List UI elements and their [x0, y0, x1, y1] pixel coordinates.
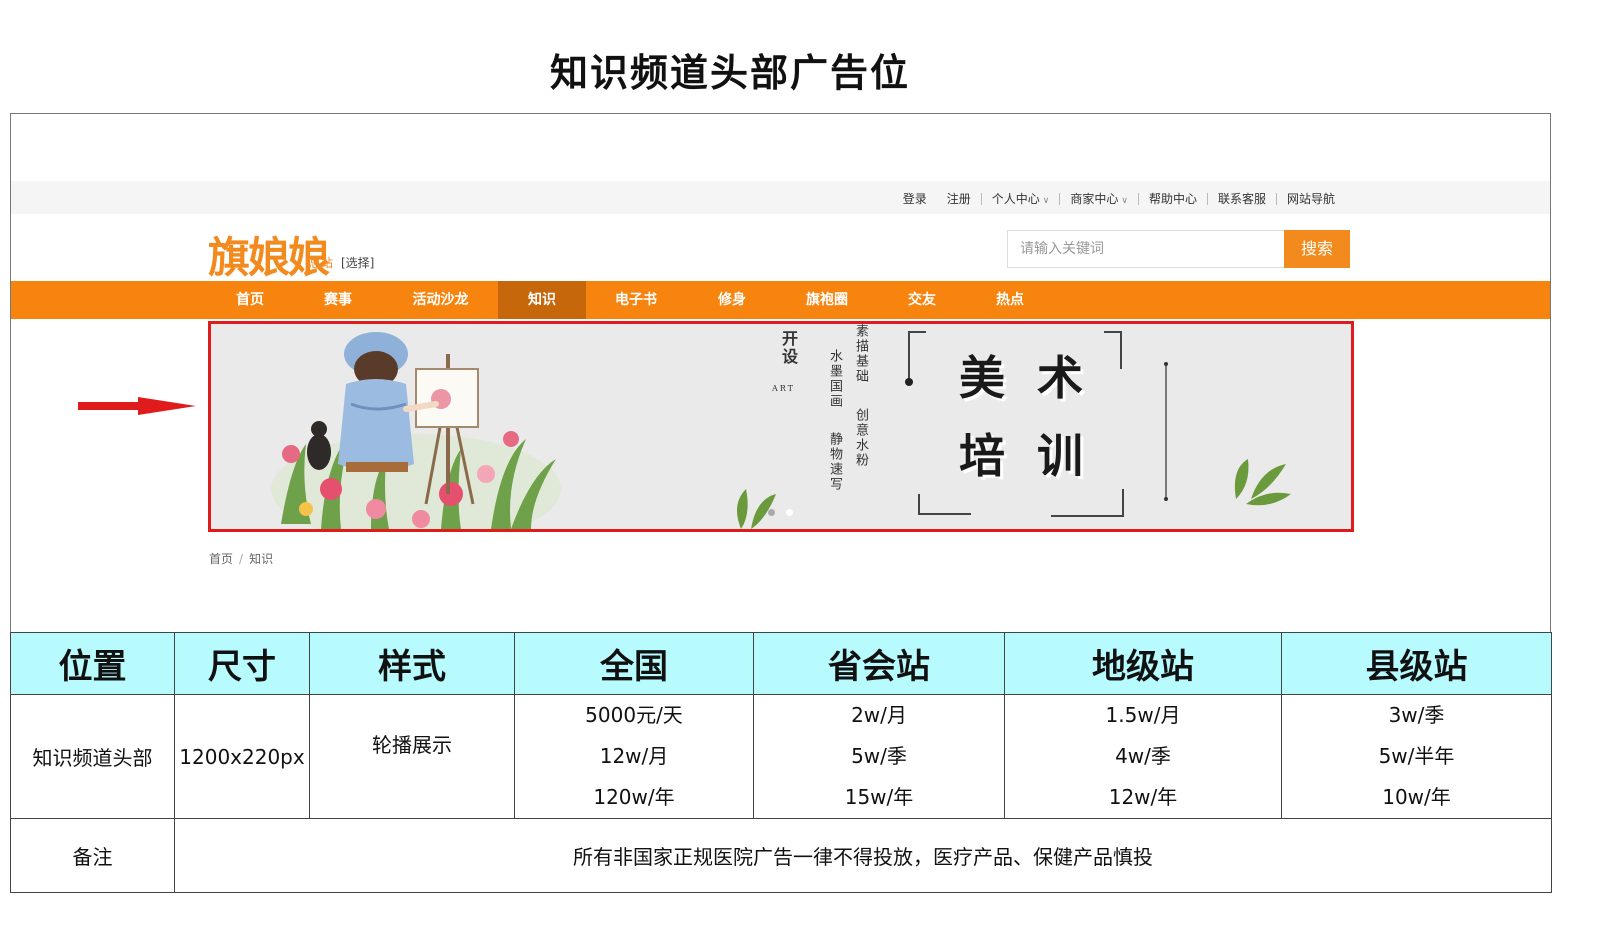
cell-national: 5000元/天 12w/月 120w/年 — [514, 694, 754, 819]
help-center-link[interactable]: 帮助中心 — [1139, 190, 1207, 207]
nav-item-knowledge[interactable]: 知识 — [498, 281, 586, 319]
price-line: 2w/月 — [851, 703, 907, 727]
price-line: 10w/年 — [1382, 785, 1451, 809]
banner-title-char: 美 — [959, 351, 1005, 405]
header-prefecture: 地级站 — [1004, 632, 1282, 695]
chevron-down-icon: ∨ — [1121, 196, 1128, 206]
cell-county: 3w/季 5w/半年 10w/年 — [1281, 694, 1552, 819]
banner-course-1: 水墨国画 — [827, 349, 842, 409]
banner-title-char: 培 — [959, 429, 1005, 483]
cell-provincial: 2w/月 5w/季 15w/年 — [753, 694, 1005, 819]
header-position: 位置 — [10, 632, 175, 695]
note-label: 备注 — [10, 818, 175, 893]
nav-item-friends[interactable]: 交友 — [876, 281, 968, 319]
price-line: 12w/月 — [599, 744, 669, 768]
site-nav-link[interactable]: 网站导航 — [1277, 190, 1345, 207]
nav-item-home[interactable]: 首页 — [207, 281, 293, 319]
website-preview-frame: 登录 注册 个人中心 ∨ 商家中心 ∨ 帮助中心 联系客服 网站导航 旗娘娘 总站 … — [10, 113, 1551, 633]
chevron-down-icon: ∨ — [1042, 196, 1050, 206]
price-line: 120w/年 — [593, 785, 675, 809]
breadcrumb-current: 知识 — [249, 552, 274, 566]
price-line: 1.5w/月 — [1105, 703, 1181, 727]
price-line: 12w/年 — [1108, 785, 1178, 809]
table-row: 知识频道头部 1200x220px 轮播展示 5000元/天 12w/月 120… — [10, 694, 1552, 819]
cell-prefecture: 1.5w/月 4w/季 12w/年 — [1004, 694, 1282, 819]
price-line: 4w/季 — [1115, 744, 1171, 768]
header-ad-banner[interactable]: 开设 ART 水墨国画 静物速写 素描基础 创意水粉 美 术 培 训 — [208, 321, 1354, 532]
register-link[interactable]: 注册 — [937, 190, 981, 207]
customer-service-link[interactable]: 联系客服 — [1208, 190, 1276, 207]
banner-title-char: 训 — [1037, 429, 1083, 483]
banner-course-4: 创意水粉 — [853, 408, 868, 468]
merchant-center-link[interactable]: 商家中心 ∨ — [1060, 190, 1138, 207]
nav-item-events[interactable]: 赛事 — [293, 281, 383, 319]
pricing-table: 位置 尺寸 样式 全国 省会站 地级站 县级站 知识频道头部 1200x220p… — [10, 632, 1552, 893]
station-label: 总站 — [309, 256, 334, 270]
banner-text-open: 开设 — [779, 330, 798, 366]
breadcrumb-separator: / — [239, 552, 244, 566]
nav-item-hot[interactable]: 热点 — [968, 281, 1052, 319]
banner-art-label: ART — [772, 384, 795, 393]
table-row-note: 备注 所有非国家正规医院广告一律不得投放，医疗产品、保健产品慎投 — [10, 818, 1552, 893]
table-header-row: 位置 尺寸 样式 全国 省会站 地级站 县级站 — [10, 632, 1552, 695]
breadcrumb: 首页 / 知识 — [209, 550, 273, 567]
header-county: 县级站 — [1281, 632, 1552, 695]
page-title: 知识频道头部广告位 — [549, 51, 910, 95]
nav-item-qipao-circle[interactable]: 旗袍圈 — [778, 281, 876, 319]
login-link[interactable]: 登录 — [893, 190, 937, 207]
price-line: 15w/年 — [844, 785, 914, 809]
nav-item-cultivation[interactable]: 修身 — [686, 281, 778, 319]
price-line: 5000元/天 — [585, 703, 683, 727]
cell-position: 知识频道头部 — [10, 694, 175, 819]
nav-item-ebook[interactable]: 电子书 — [586, 281, 686, 319]
banner-course-2: 静物速写 — [827, 432, 842, 492]
nav-item-salon[interactable]: 活动沙龙 — [383, 281, 498, 319]
header-size: 尺寸 — [174, 632, 310, 695]
carousel-dot[interactable] — [786, 509, 793, 516]
price-line: 5w/半年 — [1378, 744, 1455, 768]
main-nav: 首页 赛事 活动沙龙 知识 电子书 修身 旗袍圈 交友 热点 — [11, 281, 1550, 319]
search-button[interactable]: 搜索 — [1284, 230, 1350, 268]
breadcrumb-home[interactable]: 首页 — [209, 552, 233, 566]
station-select-link[interactable]: [选择] — [341, 254, 374, 271]
header-provincial: 省会站 — [753, 632, 1005, 695]
price-line: 3w/季 — [1388, 703, 1445, 727]
header-style: 样式 — [309, 632, 515, 695]
cell-size: 1200x220px — [174, 694, 310, 819]
personal-center-link[interactable]: 个人中心 ∨ — [982, 190, 1060, 207]
header-national: 全国 — [514, 632, 754, 695]
top-bar: 登录 注册 个人中心 ∨ 商家中心 ∨ 帮助中心 联系客服 网站导航 — [11, 181, 1550, 214]
note-text: 所有非国家正规医院广告一律不得投放，医疗产品、保健产品慎投 — [174, 818, 1552, 893]
price-line: 5w/季 — [851, 744, 907, 768]
carousel-dot-active[interactable] — [768, 509, 775, 516]
banner-title-char: 术 — [1037, 351, 1083, 405]
cell-style: 轮播展示 — [309, 694, 515, 819]
red-arrow-icon — [78, 397, 196, 415]
banner-course-3: 素描基础 — [853, 324, 868, 384]
search-input[interactable]: 请输入关键词 — [1007, 230, 1285, 268]
